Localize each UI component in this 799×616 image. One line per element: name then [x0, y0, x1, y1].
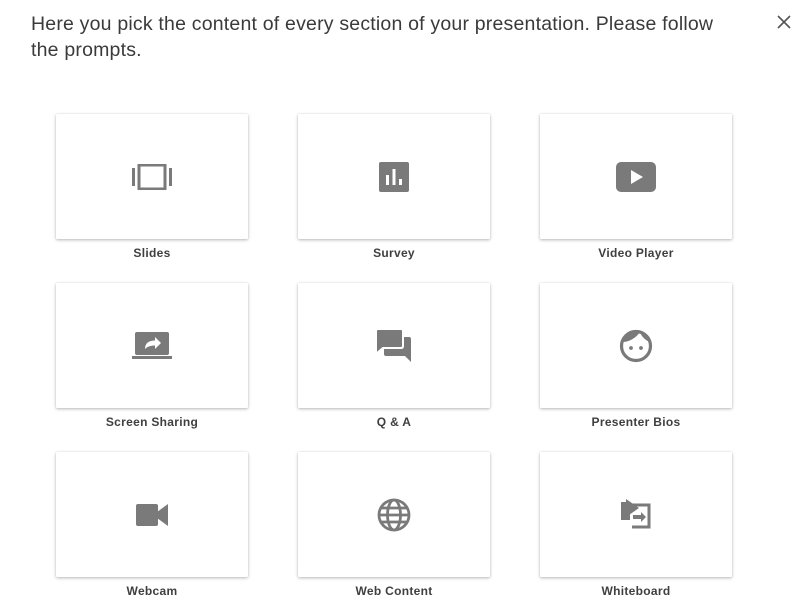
slides-icon — [132, 163, 172, 190]
play-icon — [616, 161, 656, 192]
tile-card[interactable] — [56, 283, 248, 408]
tile-whiteboard[interactable]: Whiteboard — [540, 452, 732, 616]
tile-label: Whiteboard — [601, 584, 671, 598]
tile-card[interactable] — [56, 452, 248, 577]
tile-card[interactable] — [56, 114, 248, 239]
tile-label: Web Content — [355, 584, 433, 598]
tile-label: Video Player — [598, 246, 674, 260]
tile-card[interactable] — [540, 452, 732, 577]
screen-share-icon — [132, 331, 172, 359]
tile-web-content[interactable]: Web Content — [298, 452, 490, 616]
tile-label: Webcam — [126, 584, 178, 598]
tile-presenter-bios[interactable]: Presenter Bios — [540, 283, 732, 452]
tile-card[interactable] — [298, 283, 490, 408]
globe-icon — [377, 498, 411, 531]
close-button[interactable] — [774, 12, 794, 32]
tile-label: Q & A — [376, 415, 412, 429]
tile-screen-sharing[interactable]: Screen Sharing — [56, 283, 248, 452]
tile-label: Presenter Bios — [591, 415, 681, 429]
tile-q-and-a[interactable]: Q & A — [298, 283, 490, 452]
tile-label: Screen Sharing — [105, 415, 199, 429]
content-type-grid: Slides Survey Video Player Screen Sharin… — [56, 114, 732, 616]
tile-webcam[interactable]: Webcam — [56, 452, 248, 616]
whiteboard-icon — [621, 498, 651, 528]
chat-bubbles-icon — [376, 328, 411, 362]
tile-label: Survey — [373, 246, 415, 260]
tile-card[interactable] — [298, 114, 490, 239]
video-camera-icon — [136, 503, 168, 526]
content-picker-dialog: Here you pick the content of every secti… — [0, 0, 799, 616]
tile-slides[interactable]: Slides — [56, 114, 248, 283]
tile-card[interactable] — [298, 452, 490, 577]
poll-chart-icon — [379, 161, 409, 192]
tile-label: Slides — [133, 246, 171, 260]
tile-survey[interactable]: Survey — [298, 114, 490, 283]
tile-video-player[interactable]: Video Player — [540, 114, 732, 283]
close-icon — [777, 15, 791, 29]
tile-card[interactable] — [540, 283, 732, 408]
intro-text: Here you pick the content of every secti… — [31, 13, 714, 61]
face-icon — [619, 329, 653, 362]
tile-card[interactable] — [540, 114, 732, 239]
